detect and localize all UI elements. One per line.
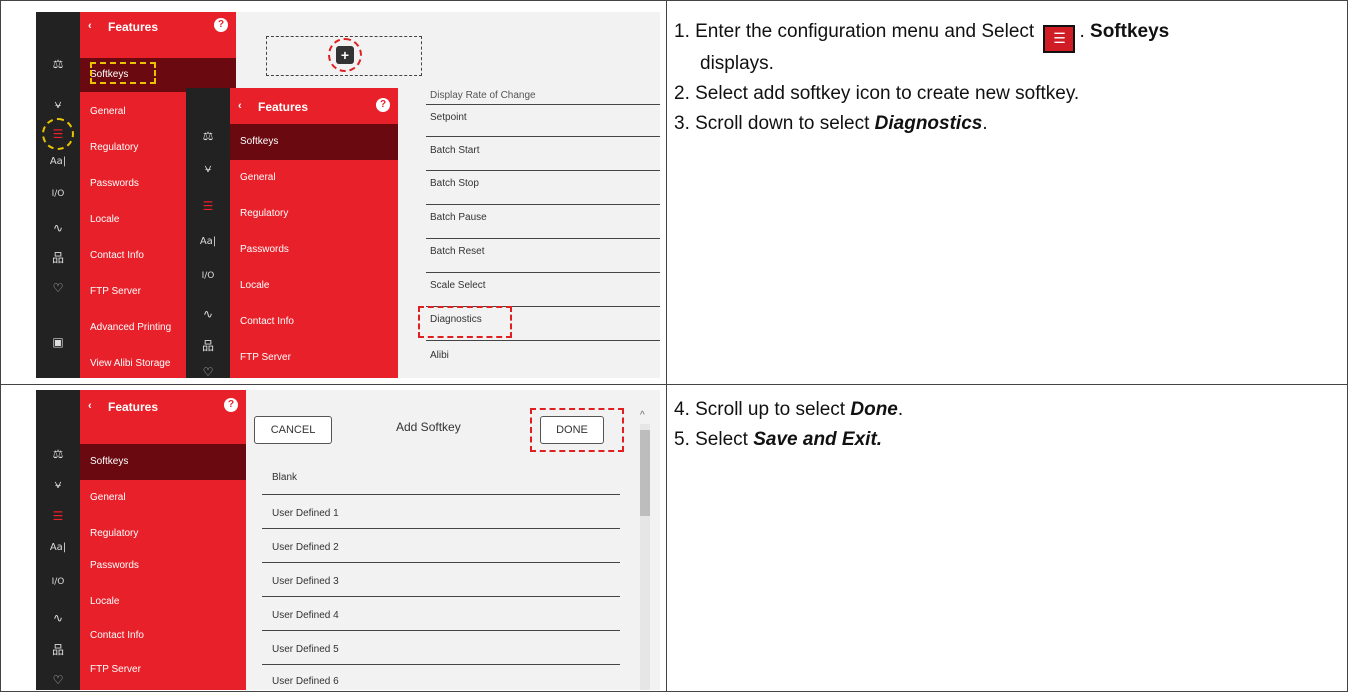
export-icon[interactable]: ▣ xyxy=(46,334,70,350)
nested-screenshot: ⚖ ⍱ ☰ Aa| I/O ∿ 品 ♡ ‹ Features ? Softkey… xyxy=(186,88,660,378)
menu-item-contact-info[interactable]: Contact Info xyxy=(230,304,398,340)
menu-title: Features xyxy=(108,400,159,414)
highlight-softkeys xyxy=(90,62,156,84)
list-item[interactable]: User Defined 1 xyxy=(272,508,339,519)
icon-rail: ⚖ ⍱ ☰ Aa| I/O ∿ 品 ♡ xyxy=(36,390,80,690)
icon-rail: ⚖ ⍱ ☰ Aa| I/O ∿ 品 ♡ xyxy=(186,88,230,378)
wifi-icon[interactable]: ⍱ xyxy=(196,160,220,176)
list-item[interactable]: User Defined 3 xyxy=(272,576,339,587)
dialog-title: Add Softkey xyxy=(396,420,461,434)
features-menu: ‹ Features ? Softkeys General Regulatory… xyxy=(230,88,398,378)
list-item[interactable]: User Defined 2 xyxy=(272,542,339,553)
list-item[interactable]: Blank xyxy=(272,472,297,483)
network-icon[interactable]: 品 xyxy=(46,642,70,658)
list-item[interactable]: Batch Start xyxy=(430,145,479,156)
help-icon[interactable]: ? xyxy=(224,398,238,412)
network-icon[interactable]: 品 xyxy=(196,338,220,354)
list-item[interactable]: User Defined 6 xyxy=(272,676,339,687)
health-icon[interactable]: ♡ xyxy=(46,672,70,688)
menu-title: Features xyxy=(258,100,309,114)
health-icon[interactable]: ♡ xyxy=(196,364,220,378)
io-icon[interactable]: I/O xyxy=(46,186,70,202)
back-icon[interactable]: ‹ xyxy=(88,400,92,412)
back-icon[interactable]: ‹ xyxy=(238,100,242,112)
menu-header: ‹ Features ? xyxy=(230,88,398,124)
wave-icon[interactable]: ∿ xyxy=(46,220,70,236)
menu-item-softkeys[interactable]: Softkeys xyxy=(80,444,246,480)
list-item[interactable]: Batch Reset xyxy=(430,246,484,257)
io-icon[interactable]: I/O xyxy=(46,574,70,590)
list-item[interactable]: Batch Stop xyxy=(430,178,479,189)
highlight-add-icon xyxy=(328,38,362,72)
menu-item-passwords[interactable]: Passwords xyxy=(230,232,398,268)
screenshot-top: ⚖ ⍱ ☰ Aa| I/O ∿ 品 ♡ ▣ ‹ Features ? Softk… xyxy=(36,12,660,378)
highlight-done xyxy=(530,408,624,452)
back-icon[interactable]: ‹ xyxy=(88,20,92,32)
menu-title: Features xyxy=(108,20,159,34)
highlight-menu-icon xyxy=(42,118,74,150)
health-icon[interactable]: ♡ xyxy=(46,280,70,296)
highlight-diagnostics xyxy=(418,306,512,338)
text-icon[interactable]: Aa| xyxy=(46,154,70,170)
text-icon[interactable]: Aa| xyxy=(46,540,70,556)
scale-icon[interactable]: ⚖ xyxy=(46,446,70,462)
icon-rail: ⚖ ⍱ ☰ Aa| I/O ∿ 品 ♡ ▣ xyxy=(36,12,80,378)
help-icon[interactable]: ? xyxy=(214,18,228,32)
menu-item-passwords[interactable]: Passwords xyxy=(80,548,246,584)
step-5: 5. Select Save and Exit. xyxy=(674,429,883,450)
list-item[interactable]: Display Rate of Change xyxy=(430,90,536,101)
step-1-cont: displays. xyxy=(700,53,774,74)
scrollbar-thumb[interactable] xyxy=(640,430,650,516)
menu-item-contact-info[interactable]: Contact Info xyxy=(80,618,246,654)
softkey-function-list: Display Rate of Change Setpoint Batch St… xyxy=(398,88,660,378)
step-1: 1. Enter the configuration menu and Sele… xyxy=(674,20,1169,53)
menu-item-regulatory[interactable]: Regulatory xyxy=(230,196,398,232)
wifi-icon[interactable]: ⍱ xyxy=(46,96,70,112)
io-icon[interactable]: I/O xyxy=(196,268,220,284)
list-item[interactable]: Setpoint xyxy=(430,112,467,123)
list-menu-icon[interactable]: ☰ xyxy=(196,198,220,214)
menu-item-locale[interactable]: Locale xyxy=(230,268,398,304)
list-item[interactable]: Scale Select xyxy=(430,280,486,291)
menu-item-locale[interactable]: Locale xyxy=(80,584,246,620)
list-menu-icon: ☰ xyxy=(1043,25,1076,53)
scale-icon[interactable]: ⚖ xyxy=(46,56,70,72)
features-menu: ‹ Features ? Softkeys General Regulatory… xyxy=(80,390,246,690)
menu-item-softkeys[interactable]: Softkeys xyxy=(230,124,398,160)
network-icon[interactable]: 品 xyxy=(46,250,70,266)
step-3: 3. Scroll down to select Diagnostics. xyxy=(674,113,988,134)
scroll-up-icon[interactable]: ^ xyxy=(640,410,650,421)
menu-item-ftp-server[interactable]: FTP Server xyxy=(80,652,246,688)
scale-icon[interactable]: ⚖ xyxy=(196,128,220,144)
step-4: 4. Scroll up to select Done. xyxy=(674,399,904,420)
menu-item-ftp-server[interactable]: FTP Server xyxy=(230,340,398,376)
step-2: 2. Select add softkey icon to create new… xyxy=(674,83,1080,104)
menu-item-regulatory[interactable]: Regulatory xyxy=(80,516,246,552)
cancel-button[interactable]: CANCEL xyxy=(254,416,332,444)
screenshot-bottom: ⚖ ⍱ ☰ Aa| I/O ∿ 品 ♡ ‹ Features ? Softkey… xyxy=(36,390,660,690)
list-item[interactable]: Alibi xyxy=(430,350,449,361)
menu-item-general[interactable]: General xyxy=(80,480,246,516)
list-item[interactable]: User Defined 4 xyxy=(272,610,339,621)
wifi-icon[interactable]: ⍱ xyxy=(46,476,70,492)
list-item[interactable]: User Defined 5 xyxy=(272,644,339,655)
menu-header: ‹ Features ? xyxy=(80,390,246,426)
list-menu-icon[interactable]: ☰ xyxy=(46,508,70,524)
wave-icon[interactable]: ∿ xyxy=(46,610,70,626)
wave-icon[interactable]: ∿ xyxy=(196,306,220,322)
text-icon[interactable]: Aa| xyxy=(196,234,220,250)
menu-item-general[interactable]: General xyxy=(230,160,398,196)
list-item[interactable]: Batch Pause xyxy=(430,212,487,223)
help-icon[interactable]: ? xyxy=(376,98,390,112)
menu-header: ‹ Features ? xyxy=(80,12,236,42)
